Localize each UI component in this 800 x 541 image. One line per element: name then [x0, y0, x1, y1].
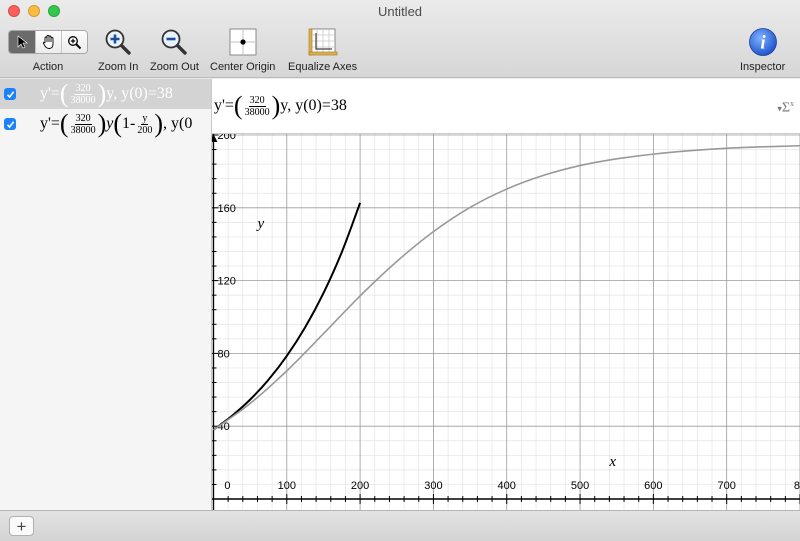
math-palette-button[interactable]: ▾Σx	[777, 99, 794, 117]
action-label: Action	[32, 61, 64, 73]
x-axis-label: x	[608, 454, 616, 470]
sigma-icon: Σ	[781, 100, 790, 116]
window-title: Untitled	[377, 4, 423, 19]
center-origin-label: Center Origin	[210, 61, 276, 73]
x-tick-label: 400	[498, 480, 516, 492]
equation-list: y'= ( 320 38000 ) y, y(0)=38 y'= ( 320 3…	[0, 79, 212, 510]
plot-svg: 0100200300400500600700804080120160200 x …	[212, 134, 800, 510]
hand-icon	[42, 35, 53, 49]
action-segmented-control	[8, 30, 88, 54]
equalize-axes-icon[interactable]	[307, 26, 339, 58]
equalize-axes-label: Equalize Axes	[288, 61, 358, 73]
add-equation-button[interactable]: +	[9, 516, 34, 536]
equation-1-lhs: y'=	[40, 85, 60, 102]
app-window: Untitled Action Zoom In Zoom Out Center …	[0, 0, 800, 541]
equation-1-checkbox[interactable]	[4, 88, 16, 100]
action-tool: Action	[8, 26, 88, 73]
checkmark-icon	[6, 120, 14, 128]
equation-1-text: y'= ( 320 38000 ) y, y(0)=38	[40, 79, 173, 108]
minor-grid	[212, 134, 800, 510]
y-axis-label: y	[255, 216, 264, 232]
bottom-bar: +	[0, 510, 800, 541]
info-icon[interactable]: i	[748, 26, 778, 58]
y-tick-label: 200	[217, 134, 235, 142]
svg-text:i: i	[760, 33, 766, 54]
x-tick-label: 100	[278, 480, 296, 492]
equation-2-inner-fraction: y 200	[137, 112, 153, 136]
inspector-label: Inspector	[740, 61, 786, 73]
y-tick-label: 160	[217, 203, 235, 215]
x-tick-label: 200	[351, 480, 369, 492]
y-tick-label: 80	[217, 348, 229, 360]
zoom-out-label: Zoom Out	[150, 61, 199, 73]
selected-equation-display: y'= ( 320 38000 ) y, y(0)=38	[214, 91, 347, 120]
checkmark-icon	[6, 90, 14, 98]
graph-area: y'= ( 320 38000 ) y, y(0)=38 ▾Σx 0 100 200…	[212, 79, 800, 510]
zoom-tool-button[interactable]	[61, 31, 87, 53]
x-tick-label: 300	[424, 480, 442, 492]
equation-1-fraction: 320 38000	[70, 82, 96, 106]
plot-canvas[interactable]: 0100200300400500600700804080120160200 x …	[212, 133, 800, 510]
zoom-in-icon[interactable]	[103, 26, 133, 58]
zoom-in-label: Zoom In	[98, 61, 139, 73]
equalize-axes-tool[interactable]: Equalize Axes	[288, 26, 357, 73]
zoom-out-icon[interactable]	[159, 26, 189, 58]
zoom-in-tool[interactable]: Zoom In	[98, 26, 138, 73]
center-origin-tool[interactable]: Center Origin	[210, 26, 275, 73]
x-tick-label: 600	[644, 480, 662, 492]
equation-2-checkbox[interactable]	[4, 118, 16, 130]
x-tick-label: 700	[718, 480, 736, 492]
equation-2-lhs: y'=	[40, 115, 60, 132]
equation-2-fraction: 320 38000	[70, 112, 96, 136]
x-tick-label: 0	[224, 480, 230, 492]
equation-1-rest: y, y(0)=38	[106, 85, 173, 102]
y-tick-label: 120	[217, 276, 235, 288]
center-origin-icon[interactable]	[228, 26, 258, 58]
equation-2-rest: , y(0	[163, 115, 193, 132]
x-tick-label: 80	[794, 480, 800, 492]
equation-2-text: y'= ( 320 38000 ) y ( 1- y 200 ) , y(0	[40, 109, 193, 138]
magnifier-plus-icon	[68, 35, 82, 49]
equation-row-1[interactable]: y'= ( 320 38000 ) y, y(0)=38	[0, 79, 211, 109]
zoom-out-tool[interactable]: Zoom Out	[150, 26, 199, 73]
inspector-tool[interactable]: i Inspector	[740, 26, 785, 73]
x-tick-label: 500	[571, 480, 589, 492]
arrow-pointer-icon	[17, 35, 28, 49]
title-bar: Untitled Action Zoom In Zoom Out Center …	[0, 0, 800, 78]
equation-row-2[interactable]: y'= ( 320 38000 ) y ( 1- y 200 ) , y(0	[0, 109, 211, 139]
pan-tool-button[interactable]	[35, 31, 61, 53]
pointer-tool-button[interactable]	[9, 31, 35, 53]
